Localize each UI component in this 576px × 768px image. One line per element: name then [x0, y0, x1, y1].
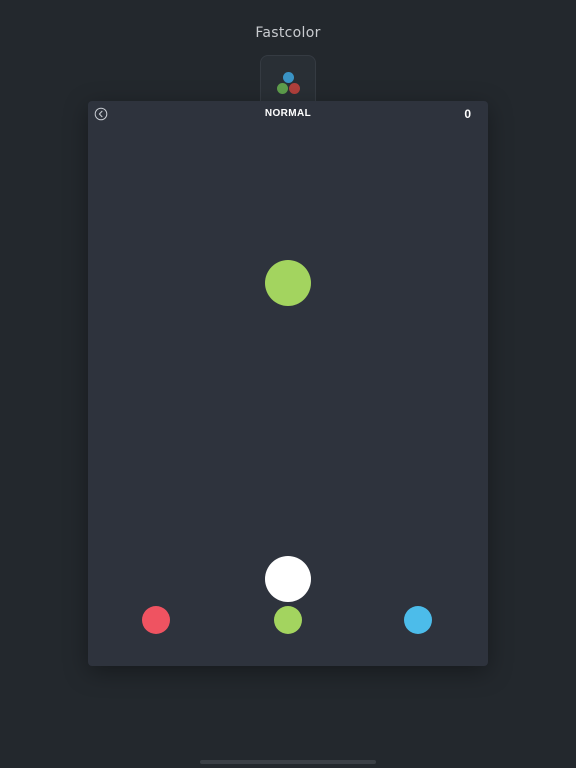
game-mode-label: NORMAL	[264, 108, 312, 119]
logo-green-dot	[277, 83, 288, 94]
color-button-red[interactable]	[142, 606, 170, 634]
home-indicator[interactable]	[200, 760, 376, 764]
score-counter: 0	[464, 107, 471, 121]
app-title: Fastcolor	[255, 25, 321, 41]
logo-red-dot	[289, 83, 300, 94]
color-button-blue[interactable]	[404, 606, 432, 634]
color-button-green[interactable]	[274, 606, 302, 634]
logo-blue-dot	[283, 72, 294, 83]
game-panel: NORMAL 0	[88, 101, 488, 666]
falling-ball	[265, 260, 311, 306]
player-ball	[265, 556, 311, 602]
screen: Fastcolor NORMAL 0	[0, 0, 576, 768]
